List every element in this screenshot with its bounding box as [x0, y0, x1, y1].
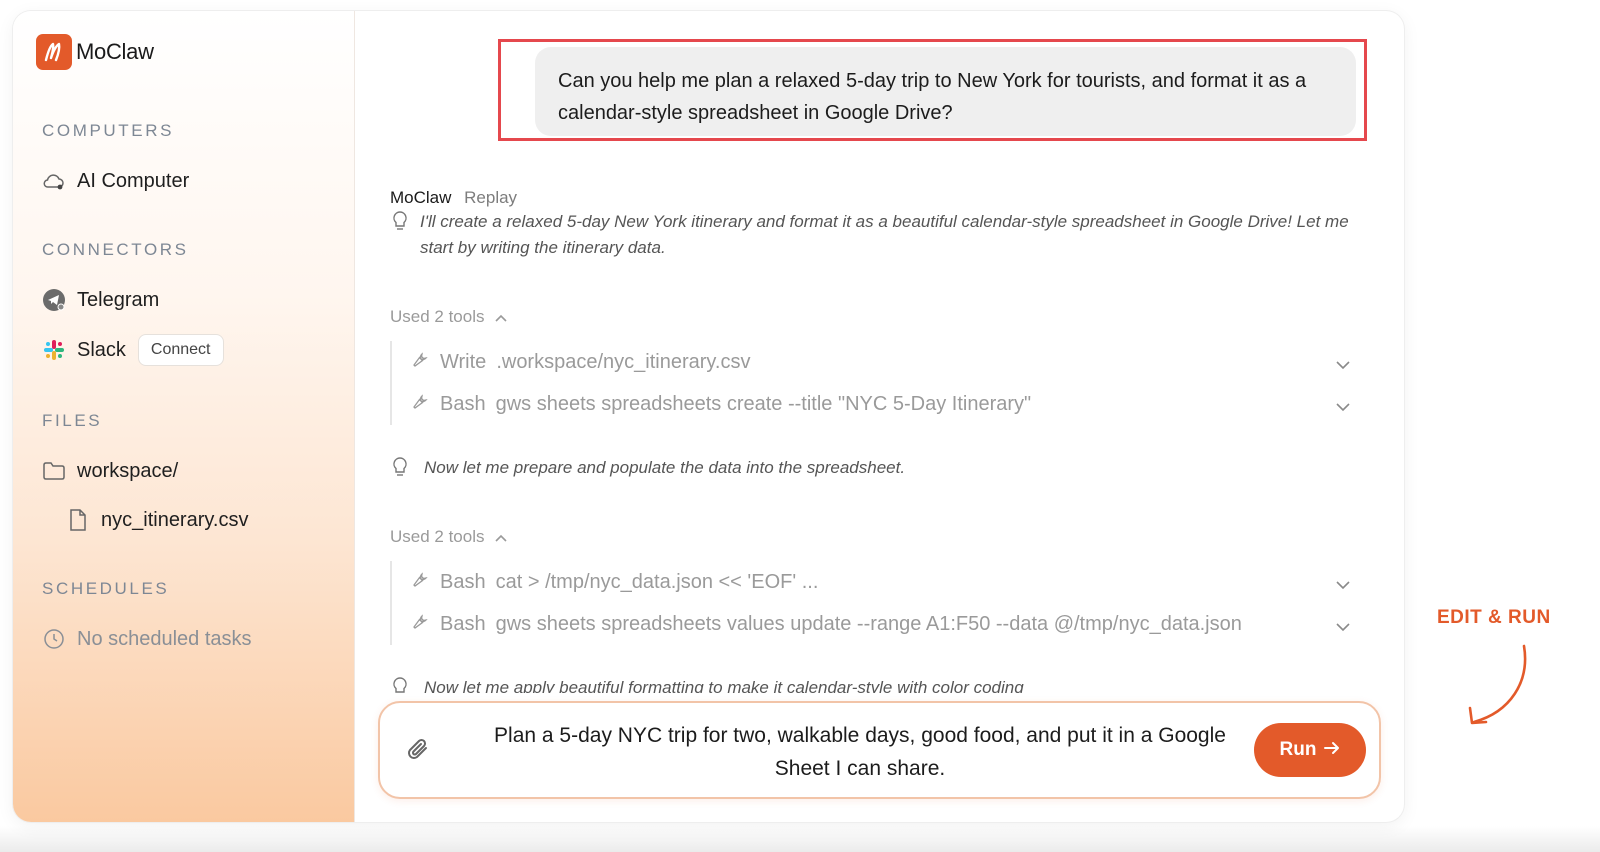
- wrench-icon: [412, 571, 430, 594]
- chevron-down-icon[interactable]: [1336, 353, 1350, 376]
- thought-text: Now let me prepare and populate the data…: [424, 458, 906, 477]
- folder-icon: [41, 458, 67, 484]
- assistant-header: MoClaw Replay: [390, 188, 517, 208]
- telegram-icon: [41, 287, 67, 313]
- section-title-connectors: CONNECTORS: [42, 240, 189, 259]
- section-title-computers: COMPUTERS: [42, 121, 175, 140]
- chevron-down-icon[interactable]: [1336, 573, 1350, 596]
- section-title-schedules: SCHEDULES: [42, 579, 170, 598]
- chevron-up-icon: [494, 307, 507, 327]
- sidebar-item-workspace-folder[interactable]: workspace/: [41, 458, 178, 484]
- assistant-thought: I'll create a relaxed 5-day New York iti…: [392, 209, 1352, 261]
- sidebar-item-telegram[interactable]: Telegram: [41, 287, 159, 313]
- composer-input[interactable]: Plan a 5-day NYC trip for two, walkable …: [470, 719, 1250, 785]
- assistant-thought-partial: Now let me apply beautiful formatting to…: [392, 675, 1352, 693]
- tool-call-row[interactable]: Bash cat > /tmp/nyc_data.json << 'EOF' .…: [392, 561, 1350, 603]
- edit-run-annotation: EDIT & RUN: [1437, 607, 1551, 628]
- app-name: MoClaw: [76, 39, 154, 64]
- sidebar-item-label: Telegram: [77, 288, 160, 311]
- tool-group-1: Write .workspace/nyc_itinerary.csv Bash …: [390, 341, 1350, 425]
- wrench-icon: [412, 351, 430, 374]
- slack-icon: [41, 337, 67, 363]
- thought-text: I'll create a relaxed 5-day New York iti…: [420, 212, 1349, 257]
- tool-call-row[interactable]: Bash gws sheets spreadsheets values upda…: [392, 603, 1350, 645]
- used-tools-label: Used 2 tools: [390, 307, 485, 326]
- file-icon: [65, 507, 91, 533]
- used-tools-toggle-2[interactable]: Used 2 tools: [390, 527, 507, 547]
- wrench-icon: [412, 393, 430, 416]
- cloud-icon: [41, 168, 67, 194]
- app-window: MoClaw COMPUTERS AI Computer CONNECTORS …: [13, 11, 1404, 822]
- tool-call-row[interactable]: Bash gws sheets spreadsheets create --ti…: [392, 383, 1350, 425]
- sidebar-item-label: nyc_itinerary.csv: [101, 508, 249, 531]
- tool-name: Bash: [440, 392, 486, 415]
- assistant-name: MoClaw: [390, 188, 452, 207]
- schedules-empty-state: No scheduled tasks: [41, 626, 252, 652]
- tool-detail: .workspace/nyc_itinerary.csv: [496, 350, 751, 373]
- lightbulb-icon: [392, 455, 412, 485]
- thought-text: Now let me apply beautiful formatting to…: [424, 678, 1024, 693]
- paperclip-icon[interactable]: [404, 735, 432, 768]
- tool-name: Bash: [440, 570, 486, 593]
- used-tools-toggle-1[interactable]: Used 2 tools: [390, 307, 507, 327]
- replay-button[interactable]: Replay: [464, 188, 517, 207]
- sidebar-item-label: Slack: [77, 338, 126, 361]
- tool-group-2: Bash cat > /tmp/nyc_data.json << 'EOF' .…: [390, 561, 1350, 645]
- lightbulb-icon: [392, 675, 412, 693]
- lightbulb-icon: [392, 209, 408, 261]
- chevron-down-icon[interactable]: [1336, 395, 1350, 418]
- assistant-thought: Now let me prepare and populate the data…: [392, 455, 1352, 485]
- page-bottom-fade: [0, 826, 1600, 852]
- section-title-files: FILES: [42, 411, 103, 430]
- run-button[interactable]: Run: [1254, 723, 1366, 777]
- message-composer[interactable]: Plan a 5-day NYC trip for two, walkable …: [378, 701, 1381, 799]
- run-button-label: Run: [1279, 739, 1317, 760]
- curved-arrow-icon: [1460, 642, 1530, 737]
- tool-call-row[interactable]: Write .workspace/nyc_itinerary.csv: [392, 341, 1350, 383]
- sidebar-item-slack[interactable]: Slack Connect: [41, 334, 224, 366]
- tool-detail: gws sheets spreadsheets values update --…: [495, 612, 1242, 635]
- tool-name: Write: [440, 350, 487, 373]
- sidebar-item-label: AI Computer: [77, 169, 190, 192]
- schedules-empty-label: No scheduled tasks: [77, 627, 252, 650]
- sidebar: MoClaw COMPUTERS AI Computer CONNECTORS …: [13, 11, 355, 822]
- slack-connect-button[interactable]: Connect: [137, 334, 224, 366]
- sidebar-item-ai-computer[interactable]: AI Computer: [41, 168, 189, 194]
- logo[interactable]: MoClaw: [36, 34, 154, 70]
- used-tools-label: Used 2 tools: [390, 527, 485, 546]
- tool-name: Bash: [440, 612, 486, 635]
- wrench-icon: [412, 613, 430, 636]
- user-message-bubble: Can you help me plan a relaxed 5-day tri…: [535, 47, 1356, 136]
- moclaw-logo-icon: [36, 34, 72, 70]
- tool-detail: gws sheets spreadsheets create --title "…: [495, 392, 1032, 415]
- chevron-down-icon[interactable]: [1336, 615, 1350, 638]
- user-message-text: Can you help me plan a relaxed 5-day tri…: [558, 70, 1307, 124]
- clock-icon: [41, 626, 67, 652]
- arrow-right-icon: [1324, 739, 1340, 761]
- chevron-up-icon: [494, 527, 507, 547]
- tool-detail: cat > /tmp/nyc_data.json << 'EOF' ...: [495, 570, 819, 593]
- sidebar-item-file-nyc-itinerary[interactable]: nyc_itinerary.csv: [65, 507, 248, 533]
- sidebar-item-label: workspace/: [77, 459, 179, 482]
